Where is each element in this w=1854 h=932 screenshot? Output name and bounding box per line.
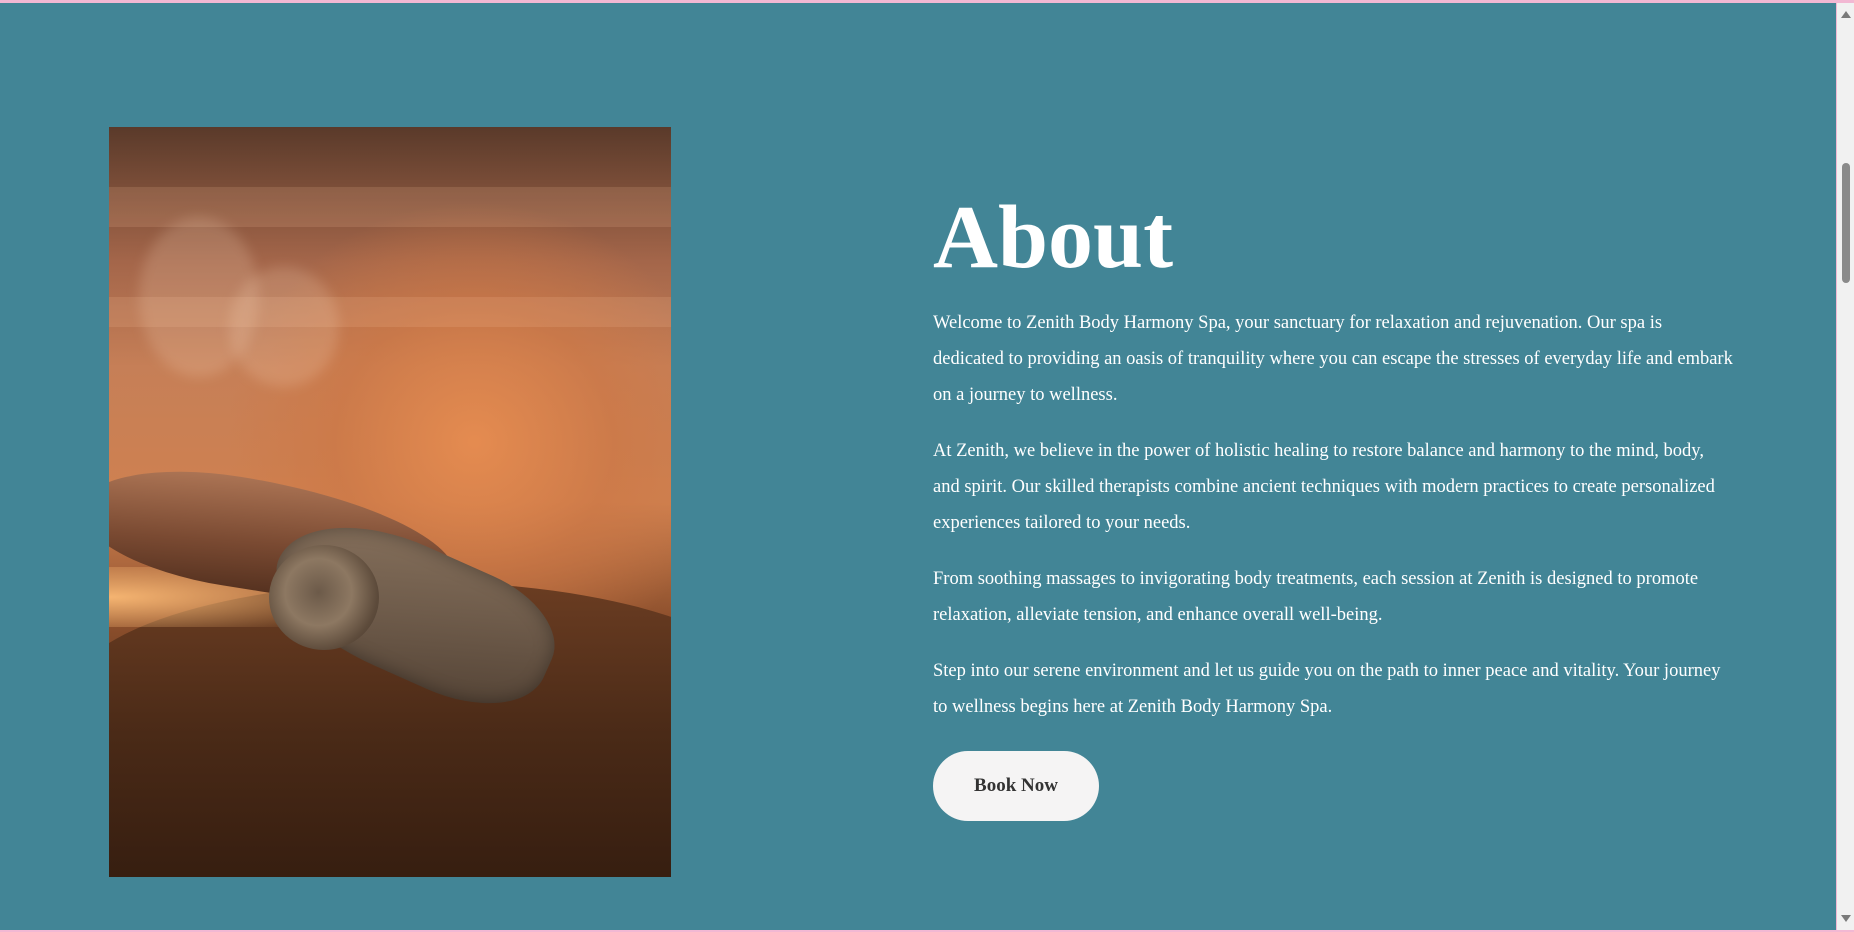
about-paragraph-2: At Zenith, we believe in the power of ho… — [933, 441, 1715, 533]
spa-massage-photo — [109, 127, 671, 877]
about-paragraph-3: From soothing massages to invigorating b… — [933, 569, 1699, 625]
about-paragraph-4: Step into our serene environment and let… — [933, 661, 1721, 717]
about-content: About Welcome to Zenith Body Harmony Spa… — [933, 183, 1733, 821]
book-now-button[interactable]: Book Now — [933, 751, 1099, 821]
photo-steam — [229, 267, 339, 387]
about-paragraph-1: Welcome to Zenith Body Harmony Spa, your… — [933, 313, 1733, 405]
scroll-down-arrow-icon[interactable] — [1841, 915, 1851, 922]
about-section: About Welcome to Zenith Body Harmony Spa… — [0, 3, 1836, 930]
scroll-up-arrow-icon[interactable] — [1841, 11, 1851, 18]
scrollbar-thumb[interactable] — [1842, 163, 1850, 283]
photo-towel-roll — [269, 545, 379, 650]
about-heading: About — [933, 188, 1174, 287]
vertical-scrollbar[interactable] — [1837, 3, 1854, 930]
